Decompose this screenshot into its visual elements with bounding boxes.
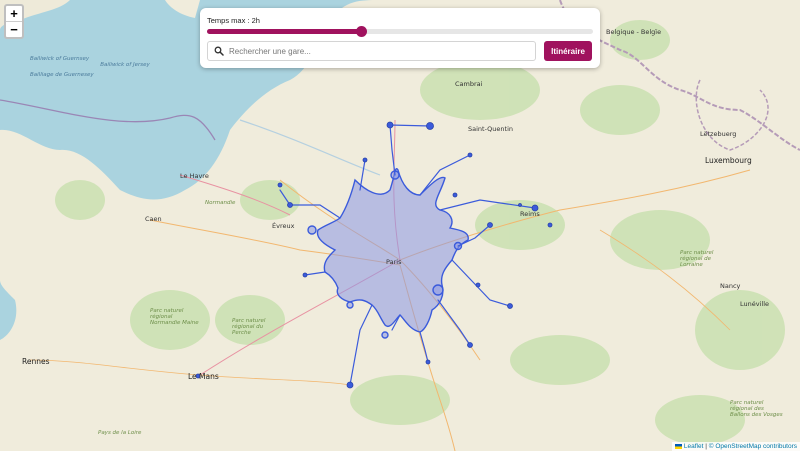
- station-search: [207, 41, 536, 61]
- time-slider-fill: [207, 29, 362, 34]
- label-parc-vosges: Parc naturel régional des Ballons des Vo…: [730, 400, 783, 418]
- label-parc-lorraine: Parc naturel régional de Lorraine: [680, 250, 714, 268]
- zoom-in-button[interactable]: +: [6, 6, 22, 22]
- label-guernsey-fr: Bailliage de Guernesey: [30, 72, 94, 78]
- search-icon: [214, 46, 224, 56]
- station-search-input[interactable]: [227, 43, 531, 60]
- label-cambrai: Cambrai: [455, 80, 483, 88]
- zoom-control: + −: [4, 4, 24, 39]
- osm-link[interactable]: © OpenStreetMap contributors: [709, 443, 797, 450]
- label-parc-perche: Parc naturel régional du Perche: [232, 318, 266, 336]
- label-letzebuerg: Lëtzebuerg: [700, 130, 737, 138]
- label-guernsey: Bailiwick of Guernsey: [30, 56, 90, 62]
- label-evreux: Évreux: [272, 222, 295, 230]
- label-reims: Reims: [520, 210, 540, 218]
- label-caen: Caen: [145, 215, 162, 223]
- label-jersey: Bailiwick of Jersey: [100, 62, 150, 68]
- time-slider-label: Temps max : 2h: [207, 16, 260, 25]
- label-le-mans: Le Mans: [188, 372, 219, 381]
- zoom-out-button[interactable]: −: [6, 22, 22, 37]
- leaflet-link[interactable]: Leaflet: [684, 443, 704, 450]
- label-luxembourg: Luxembourg: [705, 156, 752, 165]
- control-panel: Temps max : 2h Itinéraire: [200, 8, 600, 68]
- label-paris: Paris: [386, 258, 402, 266]
- time-slider[interactable]: [207, 26, 593, 37]
- ukraine-flag-icon: [674, 443, 682, 449]
- itinerary-button[interactable]: Itinéraire: [544, 41, 592, 61]
- label-nancy: Nancy: [720, 282, 741, 290]
- label-belgique: Belgique - Belgïe: [606, 28, 662, 36]
- label-le-havre: Le Havre: [180, 172, 209, 180]
- label-normandie: Normandie: [205, 200, 236, 206]
- time-slider-thumb[interactable]: [355, 26, 367, 37]
- label-luneville: Lunéville: [740, 300, 770, 308]
- label-pays-de-la-loire: Pays de la Loire: [98, 430, 142, 436]
- label-saint-quentin: Saint-Quentin: [468, 125, 513, 133]
- label-rennes: Rennes: [22, 357, 50, 366]
- map-attribution: Leaflet | © OpenStreetMap contributors: [671, 442, 800, 451]
- border-uk: [0, 99, 216, 141]
- label-parc-normandie-maine: Parc naturel régional Normandie Maine: [150, 308, 199, 326]
